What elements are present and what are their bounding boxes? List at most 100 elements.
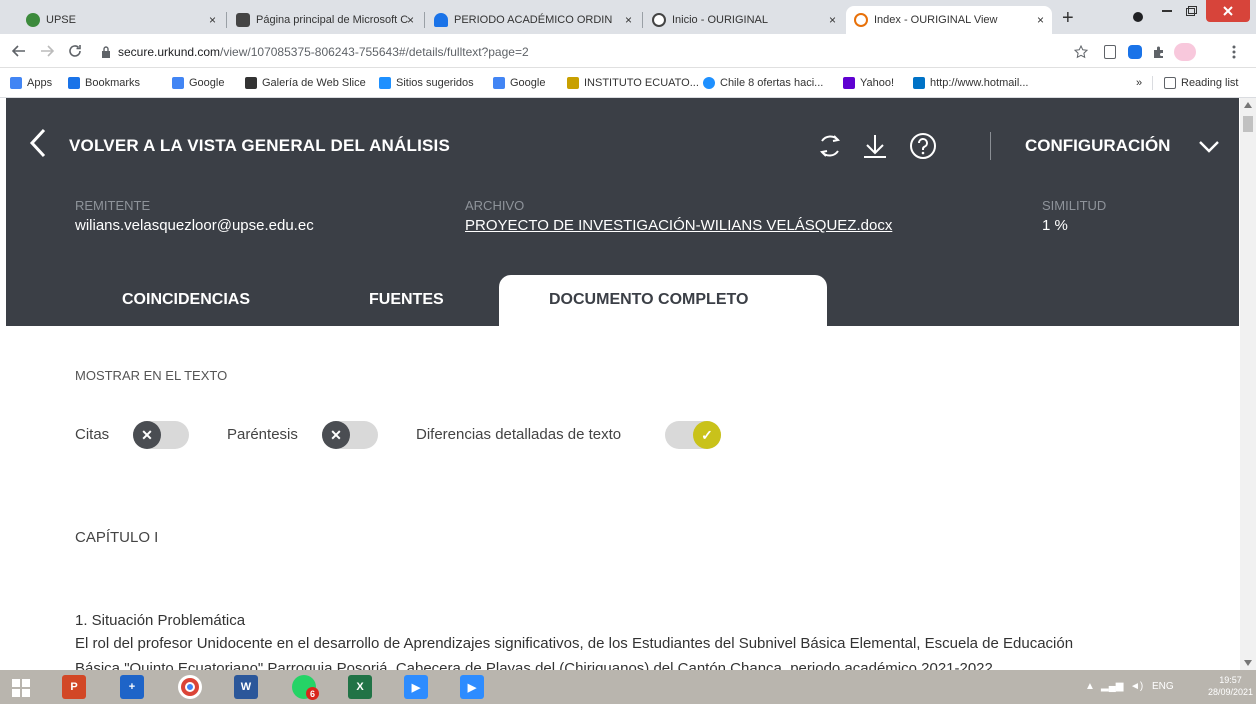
zoom-extension-icon[interactable] <box>1128 45 1142 59</box>
refresh-icon[interactable] <box>816 132 844 160</box>
reading-list-label: Reading list <box>1181 77 1239 89</box>
scroll-down-icon[interactable] <box>1244 660 1252 666</box>
close-window-button[interactable] <box>1206 0 1250 22</box>
bookmark-google[interactable]: Google <box>172 77 224 89</box>
powerpoint-icon[interactable]: P <box>62 675 86 699</box>
toggle-parentesis[interactable]: ✕ <box>322 421 378 449</box>
windows-start-icon[interactable] <box>12 679 30 697</box>
reader-icon[interactable] <box>1104 45 1116 59</box>
maximize-button[interactable] <box>1180 0 1202 22</box>
page-scrollbar[interactable] <box>1240 98 1256 670</box>
outlook-icon <box>913 77 925 89</box>
windows-taskbar: P + W 6 X ▶ ▶ ▲ ▂▄▆ ◄) ENG 19:57 28/09/2… <box>0 670 1256 704</box>
browser-tab-microsoft[interactable]: Página principal de Microsoft C × <box>228 6 422 34</box>
bookmark-label: INSTITUTO ECUATO... <box>584 77 699 89</box>
profile-icon[interactable] <box>1133 12 1143 22</box>
language-indicator[interactable]: ENG <box>1152 681 1174 692</box>
browser-tab-inicio[interactable]: Inicio - OURIGINAL × <box>644 6 844 34</box>
ie-icon <box>379 77 391 89</box>
bookmark-google-2[interactable]: Google <box>493 77 545 89</box>
paragraph-line: El rol del profesor Unidocente en el des… <box>75 635 1074 652</box>
section-heading: 1. Situación Problemática <box>75 612 246 629</box>
more-bookmarks-button[interactable]: » <box>1136 77 1142 89</box>
reload-icon[interactable] <box>68 44 82 58</box>
profile-avatar[interactable] <box>1174 43 1196 61</box>
excel-icon[interactable]: X <box>348 675 372 699</box>
document-content: MOSTRAR EN EL TEXTO Citas ✕ Paréntesis ✕… <box>0 326 1240 670</box>
chevron-down-icon[interactable] <box>1198 136 1220 156</box>
zoom-icon[interactable]: ▶ <box>404 675 428 699</box>
scroll-up-icon[interactable] <box>1244 102 1252 108</box>
google-icon <box>493 77 505 89</box>
new-tab-button[interactable]: + <box>1062 7 1074 30</box>
yahoo-icon <box>843 77 855 89</box>
toggle-citas[interactable]: ✕ <box>133 421 189 449</box>
x-icon: ✕ <box>322 421 350 449</box>
bookmarks-divider <box>1152 76 1153 90</box>
bookmark-yahoo[interactable]: Yahoo! <box>843 77 894 89</box>
chrome-icon[interactable] <box>178 675 202 699</box>
download-icon[interactable] <box>861 132 889 160</box>
bookmark-label: Sitios sugeridos <box>396 77 474 89</box>
kebab-menu-icon[interactable] <box>1232 45 1236 59</box>
shield-app-icon[interactable]: + <box>120 675 144 699</box>
file-link[interactable]: PROYECTO DE INVESTIGACIÓN-WILIANS VELÁSQ… <box>465 217 892 234</box>
configuration-menu[interactable]: CONFIGURACIÓN <box>1025 136 1170 156</box>
tab-documento-completo[interactable]: DOCUMENTO COMPLETO <box>499 275 827 326</box>
bookmark-sitios[interactable]: Sitios sugeridos <box>379 77 474 89</box>
help-icon[interactable] <box>909 132 937 160</box>
bookmark-label: Apps <box>27 77 53 89</box>
chevron-left-icon[interactable] <box>28 128 48 158</box>
bookmark-label: Yahoo! <box>860 77 895 89</box>
chapter-heading: CAPÍTULO I <box>75 529 159 546</box>
show-in-text-label: MOSTRAR EN EL TEXTO <box>75 368 228 383</box>
restore-icon <box>1185 6 1197 16</box>
bookmark-web-slice[interactable]: Galería de Web Slice <box>245 77 366 89</box>
bookmark-bookmarks[interactable]: Bookmarks <box>68 77 140 89</box>
bookmark-label: Chile 8 ofertas haci... <box>720 77 824 89</box>
zoom-icon[interactable]: ▶ <box>460 675 484 699</box>
close-tab-icon[interactable]: × <box>1037 13 1044 27</box>
volume-icon[interactable]: ◄) <box>1130 681 1143 692</box>
word-icon[interactable]: W <box>234 675 258 699</box>
minimize-button[interactable] <box>1156 0 1178 22</box>
bookmark-instituto[interactable]: INSTITUTO ECUATO... <box>567 77 699 89</box>
upse-favicon-icon <box>26 13 40 27</box>
tab-title: UPSE <box>46 14 76 26</box>
reading-list-button[interactable]: Reading list <box>1164 77 1238 89</box>
close-tab-icon[interactable]: × <box>625 13 632 27</box>
network-icon[interactable]: ▂▄▆ <box>1101 681 1123 692</box>
browser-tab-index-active[interactable]: Index - OURIGINAL View × <box>846 6 1052 34</box>
close-tab-icon[interactable]: × <box>407 13 414 27</box>
tab-divider <box>226 12 227 28</box>
toggle-diferencias[interactable]: ✓ <box>665 421 721 449</box>
browser-tab-upse[interactable]: UPSE × <box>18 6 224 34</box>
bookmark-apps[interactable]: Apps <box>10 77 52 89</box>
ouriginal-favicon-icon <box>652 13 666 27</box>
back-arrow-icon[interactable] <box>12 45 26 57</box>
tab-title: Página principal de Microsoft C <box>256 14 409 26</box>
notification-badge: 6 <box>306 687 319 700</box>
bookmark-hotmail[interactable]: http://www.hotmail... <box>913 77 1028 89</box>
close-tab-icon[interactable]: × <box>829 13 836 27</box>
tab-fuentes[interactable]: FUENTES <box>369 291 444 309</box>
browser-tab-periodo[interactable]: PERIODO ACADÉMICO ORDIN × <box>426 6 640 34</box>
tray-chevron-icon[interactable]: ▲ <box>1085 681 1095 692</box>
extensions-puzzle-icon[interactable] <box>1152 45 1166 59</box>
close-tab-icon[interactable]: × <box>209 13 216 27</box>
analysis-header-panel: VOLVER A LA VISTA GENERAL DEL ANÁLISIS C… <box>6 98 1239 326</box>
bookmark-label: Bookmarks <box>85 77 141 89</box>
tab-title: PERIODO ACADÉMICO ORDIN <box>454 14 613 26</box>
paragraph-line: Básica "Quinto Ecuatoriano" Parroquia Po… <box>75 660 993 670</box>
forward-arrow-icon[interactable] <box>40 45 54 57</box>
x-icon: ✕ <box>133 421 161 449</box>
whatsapp-icon[interactable]: 6 <box>292 675 319 700</box>
clock[interactable]: 19:57 28/09/2021 <box>1208 674 1253 698</box>
back-to-overview-link[interactable]: VOLVER A LA VISTA GENERAL DEL ANÁLISIS <box>69 136 450 156</box>
bookmark-label: Galería de Web Slice <box>262 77 366 89</box>
bookmark-chile[interactable]: Chile 8 ofertas haci... <box>703 77 823 89</box>
url-field[interactable]: secure.urkund.com/view/107085375-806243-… <box>118 45 529 59</box>
scrollbar-thumb[interactable] <box>1243 116 1253 132</box>
star-bookmark-icon[interactable] <box>1074 45 1088 59</box>
tab-coincidencias[interactable]: COINCIDENCIAS <box>122 291 250 309</box>
